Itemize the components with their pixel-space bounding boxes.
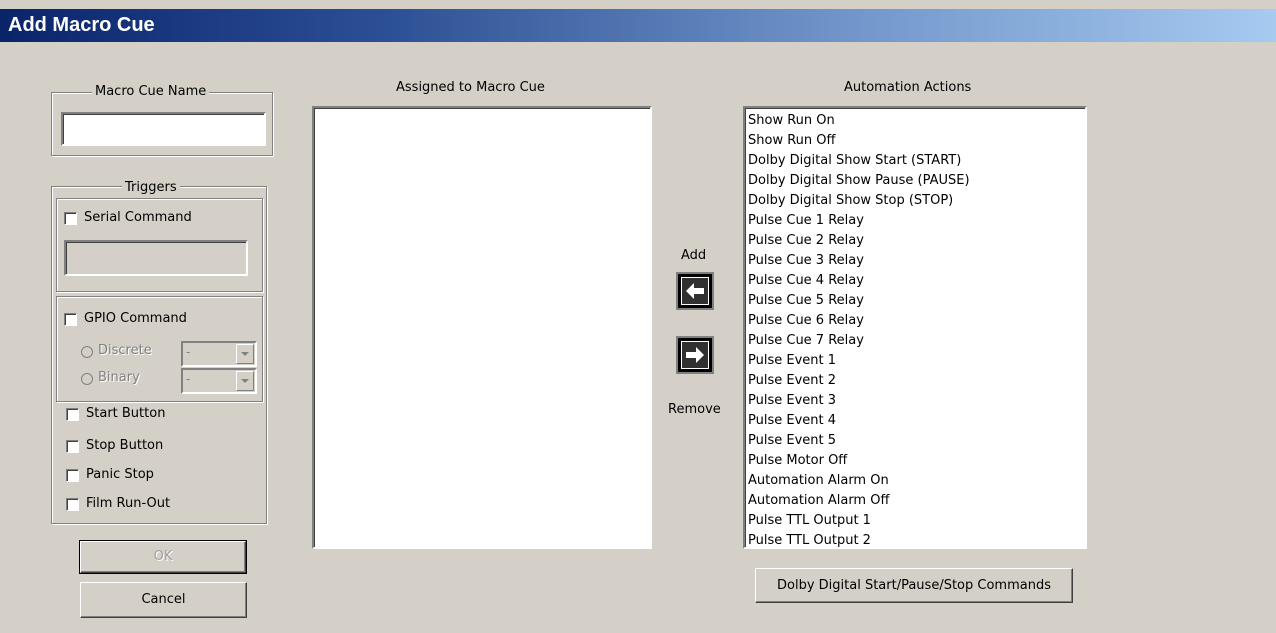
list-item[interactable]: Pulse Cue 5 Relay: [748, 291, 970, 311]
binary-radio[interactable]: [81, 373, 93, 385]
assigned-list[interactable]: [312, 106, 652, 549]
list-item[interactable]: Pulse Cue 6 Relay: [748, 311, 970, 331]
start-button-label[interactable]: Start Button: [86, 406, 165, 422]
assigned-header: Assigned to Macro Cue: [396, 80, 545, 95]
panic-stop-label[interactable]: Panic Stop: [86, 467, 154, 483]
chevron-down-icon[interactable]: [236, 344, 254, 364]
stop-button-checkbox[interactable]: [66, 440, 79, 453]
cancel-button[interactable]: Cancel: [80, 582, 247, 618]
list-item[interactable]: Pulse TTL Output 2: [748, 531, 970, 551]
ok-button[interactable]: OK: [79, 540, 247, 574]
binary-select-value: -: [186, 372, 191, 386]
list-item[interactable]: Pulse Cue 4 Relay: [748, 271, 970, 291]
serial-command-label[interactable]: Serial Command: [84, 210, 192, 226]
triggers-label: Triggers: [122, 180, 180, 196]
add-button[interactable]: [676, 272, 714, 310]
stop-button-label[interactable]: Stop Button: [86, 438, 163, 454]
list-item[interactable]: Pulse Event 2: [748, 371, 970, 391]
film-runout-label[interactable]: Film Run-Out: [86, 496, 170, 512]
binary-label[interactable]: Binary: [98, 370, 140, 386]
macro-cue-name-input[interactable]: [61, 112, 266, 146]
list-item[interactable]: Pulse Event 4: [748, 411, 970, 431]
list-item[interactable]: Dolby Digital Show Start (START): [748, 151, 970, 171]
automation-actions-list[interactable]: Show Run On Show Run Off Dolby Digital Sho…: [743, 106, 1087, 549]
list-item[interactable]: Pulse Motor Off: [748, 451, 970, 471]
arrow-right-icon: [686, 347, 704, 363]
list-item[interactable]: Pulse Cue 1 Relay: [748, 211, 970, 231]
arrow-left-icon: [686, 283, 704, 299]
binary-select[interactable]: -: [181, 368, 257, 394]
list-item[interactable]: Automation Alarm Off: [748, 491, 970, 511]
window-title: Add Macro Cue: [8, 14, 155, 36]
macro-cue-name-label: Macro Cue Name: [92, 84, 210, 100]
discrete-select-value: -: [186, 345, 191, 359]
add-label: Add: [681, 248, 707, 263]
list-item[interactable]: Pulse Event 1: [748, 351, 970, 371]
list-item[interactable]: Pulse Cue 2 Relay: [748, 231, 970, 251]
chevron-down-icon[interactable]: [236, 371, 254, 391]
title-bar[interactable]: Add Macro Cue: [0, 9, 1276, 42]
gpio-command-checkbox[interactable]: [64, 313, 77, 326]
list-item[interactable]: Pulse Event 3: [748, 391, 970, 411]
panic-stop-checkbox[interactable]: [66, 469, 79, 482]
gpio-command-label[interactable]: GPIO Command: [84, 311, 187, 327]
list-item[interactable]: Show Run Off: [748, 131, 970, 151]
list-item[interactable]: Pulse Cue 7 Relay: [748, 331, 970, 351]
list-item[interactable]: Pulse TTL Output 1: [748, 511, 970, 531]
list-item[interactable]: Show Run On: [748, 111, 970, 131]
list-item[interactable]: Automation Alarm On: [748, 471, 970, 491]
discrete-select[interactable]: -: [181, 341, 257, 367]
discrete-radio[interactable]: [81, 346, 93, 358]
list-item[interactable]: Pulse Event 5: [748, 431, 970, 451]
list-item[interactable]: Dolby Digital Show Pause (PAUSE): [748, 171, 970, 191]
remove-button[interactable]: [676, 336, 714, 374]
dolby-commands-button[interactable]: Dolby Digital Start/Pause/Stop Commands: [755, 568, 1073, 603]
serial-command-checkbox[interactable]: [64, 212, 77, 225]
actions-header: Automation Actions: [844, 80, 972, 95]
serial-command-input[interactable]: [64, 240, 248, 276]
list-item[interactable]: Dolby Digital Show Stop (STOP): [748, 191, 970, 211]
discrete-label[interactable]: Discrete: [98, 343, 152, 359]
film-runout-checkbox[interactable]: [66, 498, 79, 511]
start-button-checkbox[interactable]: [66, 408, 79, 421]
remove-label: Remove: [668, 402, 721, 417]
list-item[interactable]: Pulse Cue 3 Relay: [748, 251, 970, 271]
